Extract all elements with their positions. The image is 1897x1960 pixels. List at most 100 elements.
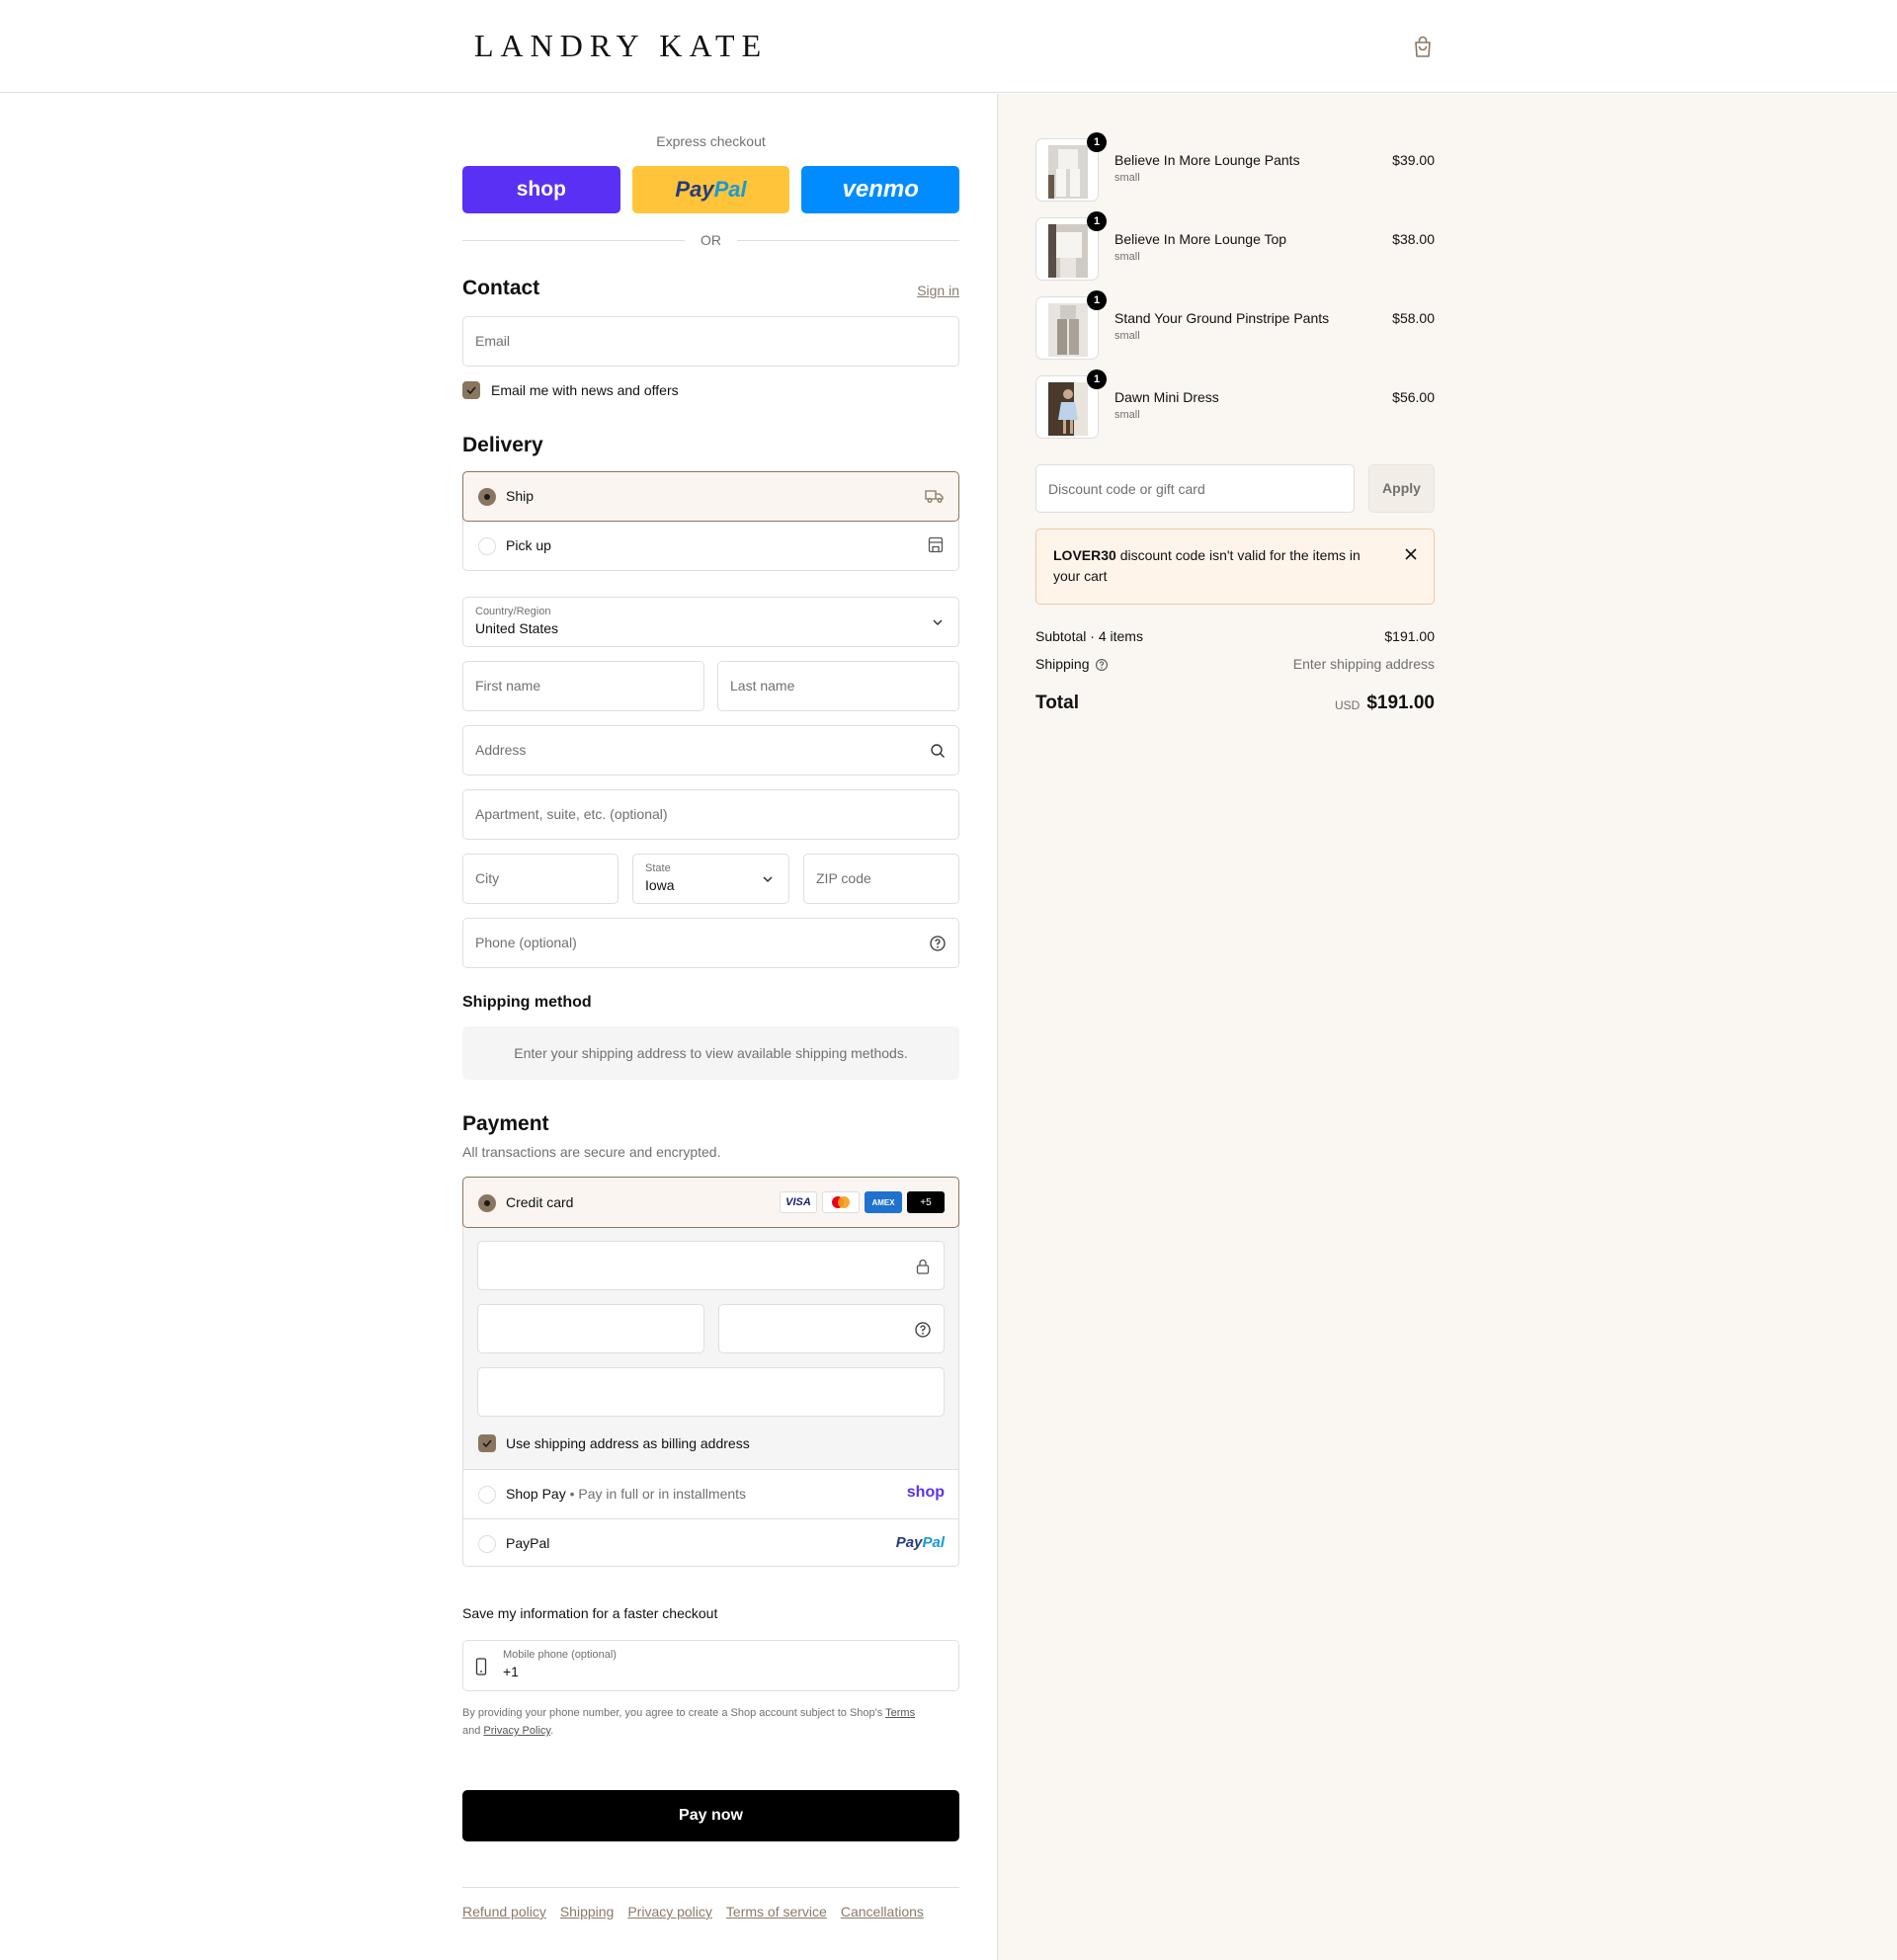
- billing-same-checkbox[interactable]: [478, 1434, 496, 1452]
- security-code-field[interactable]: [718, 1304, 945, 1353]
- newsletter-checkbox[interactable]: [462, 381, 480, 399]
- cart-item: 1 Believe In More Lounge Pants small $39…: [1035, 132, 1435, 204]
- apply-discount-button[interactable]: Apply: [1368, 464, 1435, 513]
- quantity-badge: 1: [1087, 290, 1107, 310]
- delivery-title: Delivery: [462, 434, 543, 456]
- item-price: $38.00: [1392, 231, 1435, 247]
- email-field[interactable]: Email: [462, 316, 959, 367]
- state-label: State: [645, 862, 671, 874]
- payment-option-shop-pay[interactable]: Shop Pay • Pay in full or in installment…: [463, 1469, 958, 1518]
- zip-field[interactable]: ZIP code: [803, 854, 959, 904]
- paypal-radio[interactable]: [478, 1535, 496, 1553]
- shop-pay-logo: shop: [906, 1484, 945, 1501]
- total-label: Total: [1035, 693, 1079, 713]
- paypal-express-button[interactable]: Pay Pal: [631, 166, 790, 213]
- help-circle-icon[interactable]: [1095, 658, 1109, 672]
- chevron-down-icon: [763, 876, 773, 883]
- order-summary-panel: [997, 94, 1897, 1960]
- quantity-badge: 1: [1087, 132, 1107, 152]
- state-value: Iowa: [645, 877, 675, 893]
- paypal-logo-part1: Pay: [675, 177, 714, 202]
- discount-code-field[interactable]: Discount code or gift card: [1035, 464, 1355, 513]
- name-on-card-field[interactable]: [477, 1367, 945, 1417]
- payment-option-paypal[interactable]: PayPal PayPal: [463, 1518, 958, 1568]
- card-number-field[interactable]: [477, 1241, 945, 1290]
- paypal-logo-part1: Pay: [895, 1534, 923, 1551]
- shipping-value: Enter shipping address: [1292, 656, 1435, 672]
- help-circle-icon[interactable]: [914, 1321, 932, 1339]
- ship-label: Ship: [506, 488, 535, 504]
- shop-pay-radio[interactable]: [478, 1486, 496, 1504]
- pickup-radio[interactable]: [478, 537, 496, 555]
- delivery-option-pickup[interactable]: Pick up: [463, 522, 958, 571]
- phone-placeholder: Phone (optional): [475, 935, 577, 950]
- state-select[interactable]: State Iowa: [632, 854, 789, 904]
- last-name-placeholder: Last name: [730, 678, 795, 694]
- sign-in-link[interactable]: Sign in: [917, 283, 959, 298]
- country-value: United States: [475, 620, 559, 636]
- help-circle-icon[interactable]: [929, 935, 947, 952]
- search-icon: [931, 744, 945, 758]
- item-variant: small: [1114, 409, 1140, 421]
- shop-logo: shop: [516, 178, 566, 201]
- address-field[interactable]: Address: [462, 725, 959, 776]
- quantity-badge: 1: [1087, 369, 1107, 389]
- item-name: Believe In More Lounge Pants: [1114, 152, 1300, 168]
- footer-divider: [462, 1887, 959, 1888]
- email-placeholder: Email: [475, 333, 511, 349]
- pickup-label: Pick up: [506, 537, 551, 553]
- venmo-logo: venmo: [842, 176, 919, 203]
- item-name: Dawn Mini Dress: [1114, 389, 1219, 405]
- item-price: $56.00: [1392, 389, 1435, 405]
- total-value: $191.00: [1366, 693, 1435, 713]
- delivery-option-ship[interactable]: Ship: [462, 471, 959, 522]
- city-field[interactable]: City: [462, 854, 619, 904]
- terms-link[interactable]: Terms: [885, 1707, 915, 1719]
- subtotal-value: $191.00: [1384, 628, 1435, 644]
- credit-card-radio[interactable]: [478, 1194, 496, 1212]
- discount-code: LOVER30: [1053, 547, 1116, 563]
- discount-error-alert: LOVER30 discount code isn't valid for th…: [1035, 529, 1435, 605]
- privacy-policy-footer-link[interactable]: Privacy policy: [627, 1904, 712, 1919]
- brand-logo[interactable]: LANDRY KATE: [474, 28, 768, 64]
- item-price: $39.00: [1392, 152, 1435, 168]
- expiration-date-field[interactable]: [477, 1304, 704, 1353]
- pay-now-button[interactable]: Pay now: [462, 1790, 959, 1841]
- card-brand-icons: VISA AMEX +5: [780, 1191, 945, 1213]
- cart-item: 1 Stand Your Ground Pinstripe Pants smal…: [1035, 290, 1435, 362]
- cancellations-link[interactable]: Cancellations: [841, 1904, 924, 1919]
- alert-message: LOVER30 discount code isn't valid for th…: [1053, 545, 1379, 587]
- payment-methods: Credit card VISA AMEX +5 Use shipping ad…: [462, 1177, 959, 1567]
- apartment-field[interactable]: Apartment, suite, etc. (optional): [462, 789, 959, 840]
- privacy-policy-link[interactable]: Privacy Policy: [483, 1725, 550, 1737]
- more-cards-badge: +5: [907, 1191, 945, 1213]
- terms-of-service-link[interactable]: Terms of service: [726, 1904, 827, 1919]
- last-name-field[interactable]: Last name: [717, 661, 959, 711]
- shop-pay-express-button[interactable]: shop: [462, 166, 620, 213]
- cart-item: 1 Dawn Mini Dress small $56.00: [1035, 369, 1435, 441]
- mobile-phone-icon: [475, 1658, 487, 1675]
- shop-pay-subtitle: Pay in full or in installments: [578, 1486, 747, 1502]
- paypal-label: PayPal: [506, 1535, 550, 1551]
- item-variant: small: [1114, 251, 1140, 263]
- close-icon[interactable]: [1404, 547, 1418, 561]
- payment-option-credit-card[interactable]: Credit card VISA AMEX +5: [462, 1177, 959, 1228]
- save-info-title: Save my information for a faster checkou…: [462, 1605, 718, 1621]
- venmo-express-button[interactable]: venmo: [801, 166, 960, 213]
- mobile-phone-value: +1: [503, 1664, 519, 1679]
- country-select[interactable]: Country/Region United States: [462, 597, 959, 647]
- shipping-method-notice: Enter your shipping address to view avai…: [462, 1026, 959, 1080]
- first-name-field[interactable]: First name: [462, 661, 704, 711]
- refund-policy-link[interactable]: Refund policy: [462, 1904, 546, 1919]
- shipping-link[interactable]: Shipping: [560, 1904, 615, 1919]
- first-name-placeholder: First name: [475, 678, 541, 694]
- shopping-bag-icon[interactable]: [1411, 34, 1435, 59]
- express-buttons: shop Pay Pal venmo: [462, 166, 960, 213]
- ship-radio[interactable]: [478, 488, 496, 506]
- shipping-label: Shipping: [1035, 656, 1090, 672]
- subtotal-label: Subtotal · 4 items: [1035, 628, 1143, 644]
- shipping-method-title: Shipping method: [462, 994, 592, 1011]
- mobile-phone-field[interactable]: Mobile phone (optional) +1: [462, 1640, 959, 1691]
- payment-subtitle: All transactions are secure and encrypte…: [462, 1144, 721, 1160]
- phone-field[interactable]: Phone (optional): [462, 918, 959, 968]
